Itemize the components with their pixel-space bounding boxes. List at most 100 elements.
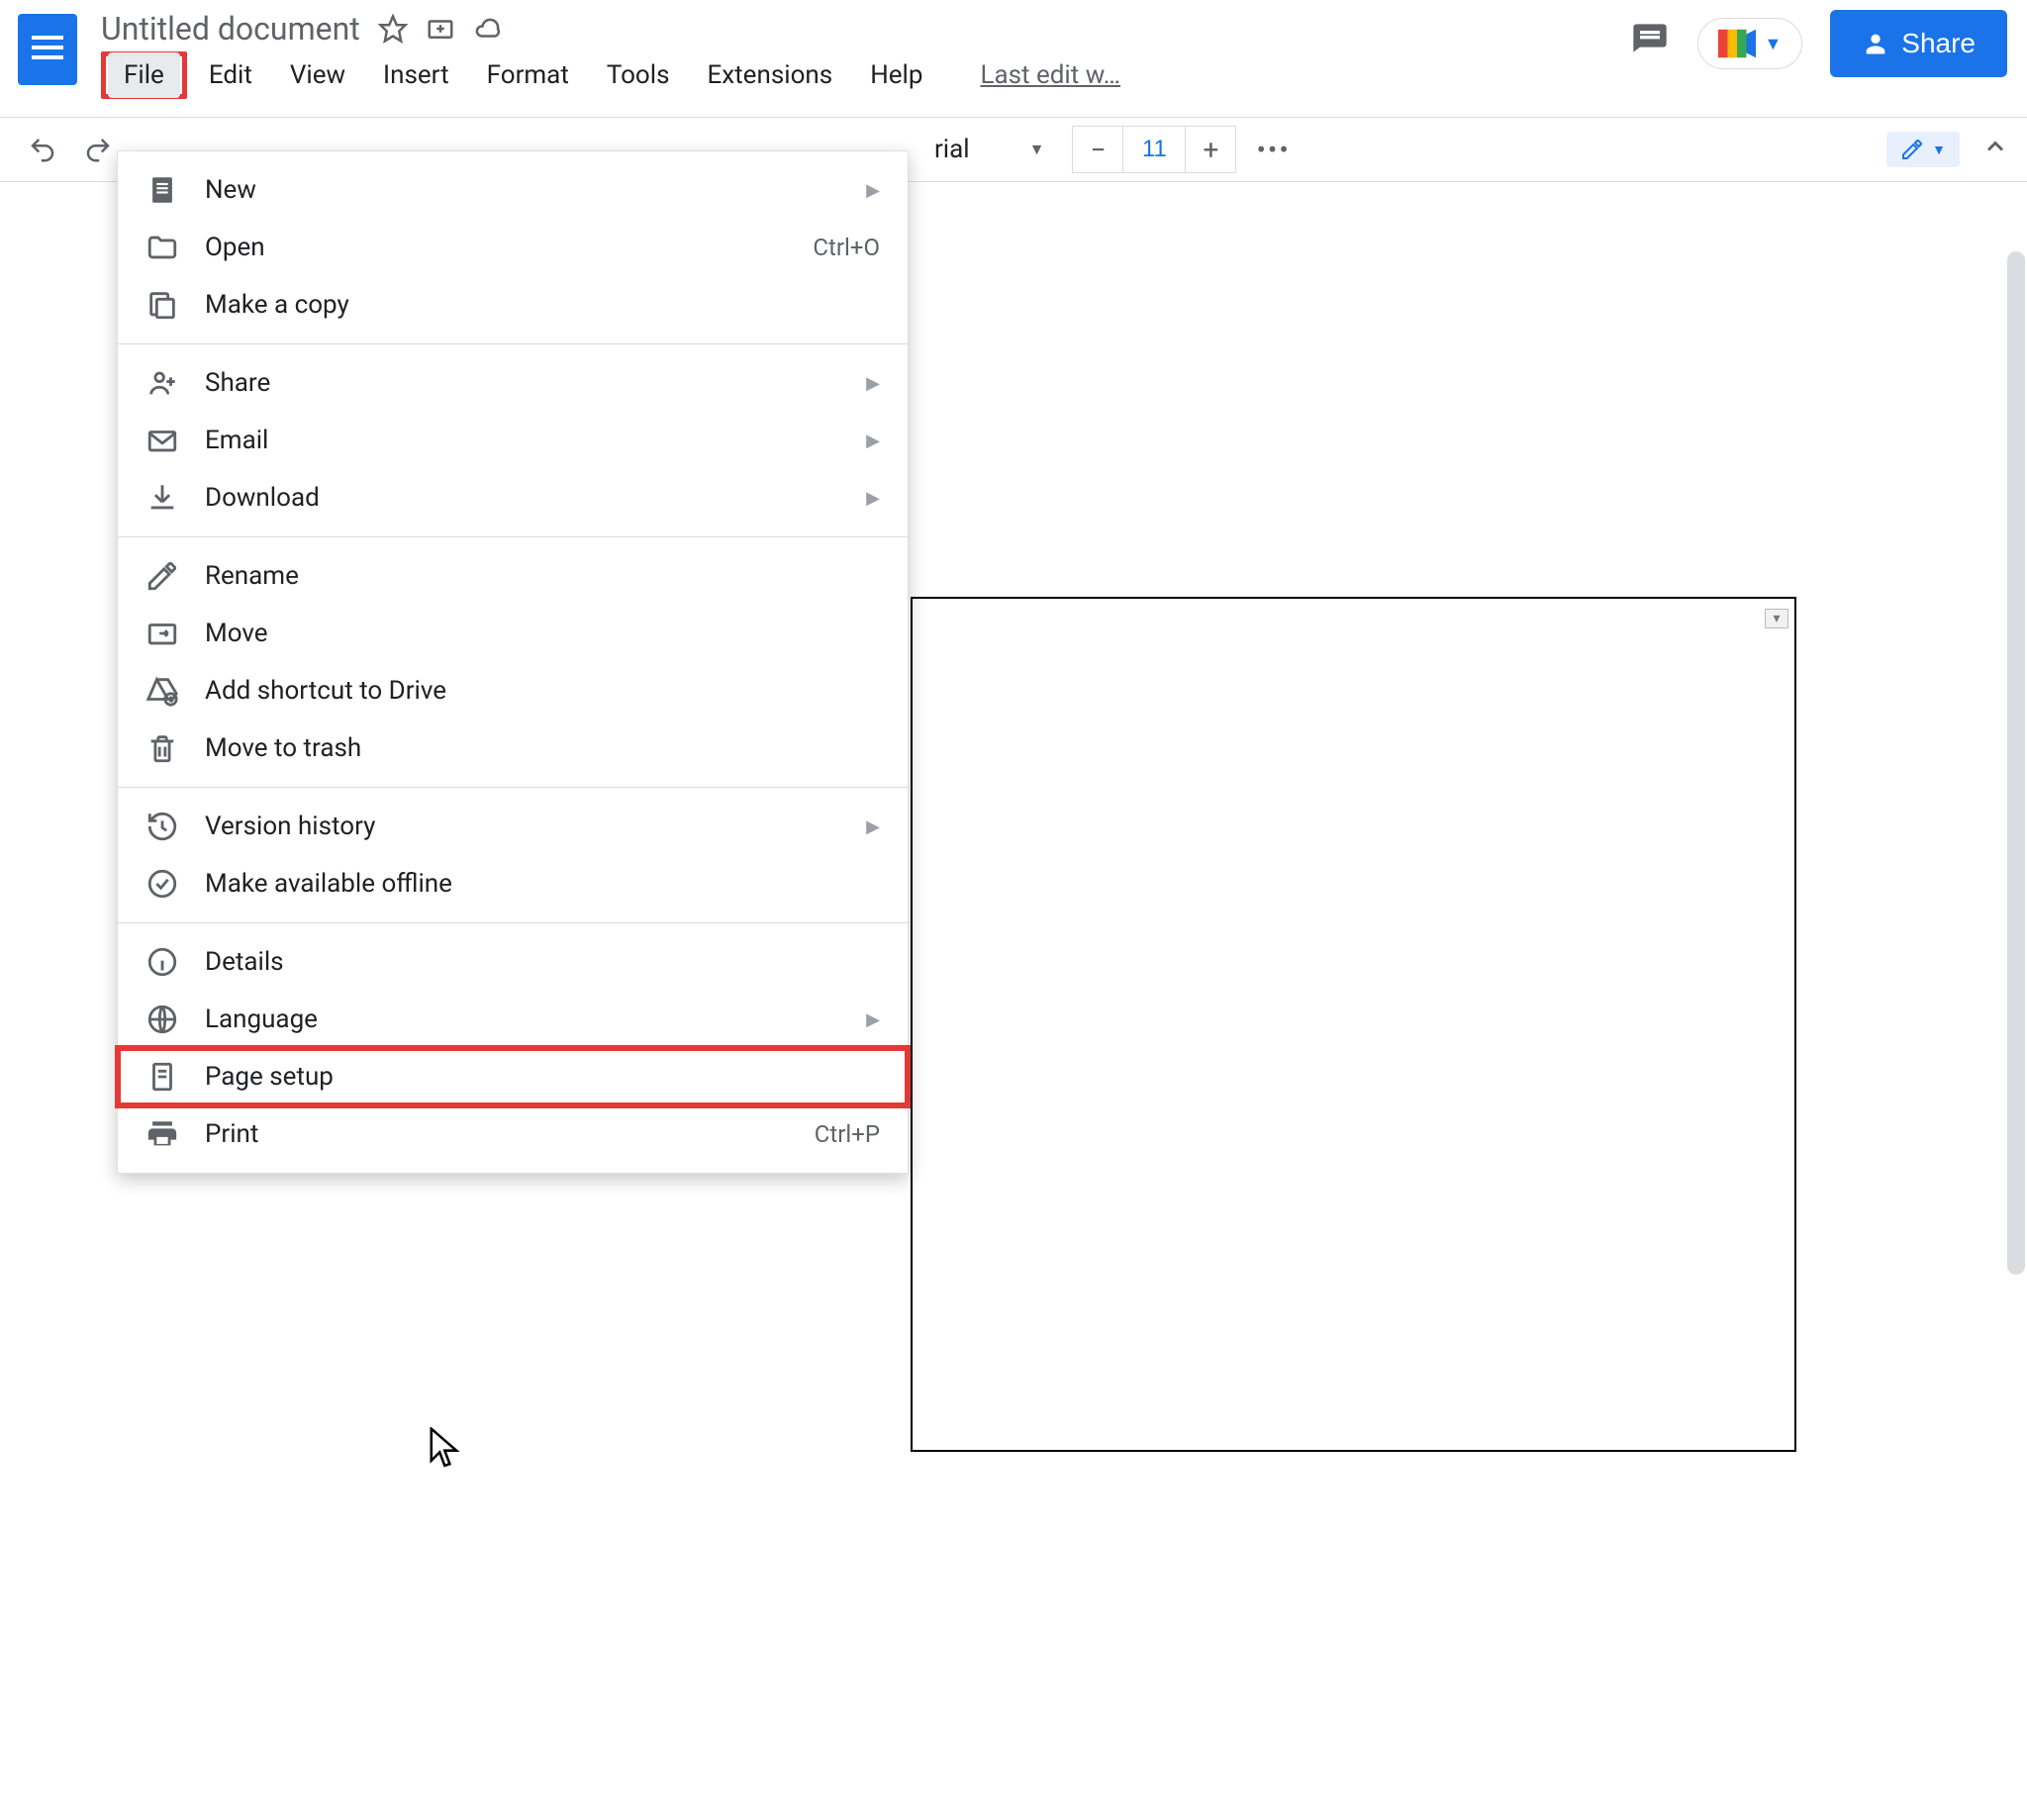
menu-format[interactable]: Format [471, 52, 585, 98]
drive-add-icon [145, 674, 179, 708]
menu-item-print[interactable]: PrintCtrl+P [118, 1105, 908, 1163]
menu-separator [118, 536, 908, 537]
menu-item-label: Details [205, 947, 880, 977]
menu-item-label: Rename [205, 561, 880, 591]
submenu-arrow-icon: ▶ [866, 1009, 880, 1030]
menu-item-make-a-copy[interactable]: Make a copy [118, 276, 908, 334]
history-icon [145, 810, 179, 843]
menu-item-new[interactable]: New ▶ [118, 161, 908, 219]
last-edit-link[interactable]: Last edit w… [980, 60, 1120, 90]
meet-button[interactable]: ▼ [1697, 18, 1802, 69]
menu-item-label: New [205, 175, 854, 205]
submenu-arrow-icon: ▶ [866, 488, 880, 509]
folder-icon [145, 231, 179, 264]
collapse-toolbar-button[interactable] [1981, 133, 2009, 166]
doc-icon [145, 173, 179, 207]
offline-icon [145, 867, 179, 901]
menu-item-details[interactable]: Details [118, 933, 908, 991]
chevron-down-icon: ▼ [1764, 34, 1782, 54]
menu-item-share[interactable]: Share ▶ [118, 354, 908, 412]
menu-item-shortcut: Ctrl+O [813, 234, 880, 261]
menu-insert[interactable]: Insert [367, 52, 465, 98]
copy-icon [145, 288, 179, 322]
font-size-stepper: − + [1072, 126, 1236, 173]
menu-item-shortcut: Ctrl+P [815, 1120, 880, 1148]
menu-item-label: Language [205, 1005, 854, 1034]
menu-item-label: Download [205, 483, 854, 513]
font-size-decrease[interactable]: − [1073, 127, 1122, 172]
share-button[interactable]: Share [1830, 10, 2007, 77]
menu-item-label: Make a copy [205, 290, 880, 320]
file-menu-highlight: File [101, 51, 187, 99]
mouse-cursor [430, 1427, 463, 1471]
cloud-status-icon[interactable] [473, 14, 503, 44]
document-title[interactable]: Untitled document [101, 10, 360, 48]
share-label: Share [1901, 28, 1976, 59]
docs-logo[interactable] [18, 14, 77, 85]
pencil-icon [145, 559, 179, 593]
font-size-increase[interactable]: + [1186, 127, 1235, 172]
menu-item-label: Add shortcut to Drive [205, 676, 880, 706]
submenu-arrow-icon: ▶ [866, 816, 880, 837]
info-icon [145, 945, 179, 979]
menu-item-add-shortcut-to-drive[interactable]: Add shortcut to Drive [118, 662, 908, 719]
menu-item-move[interactable]: Move [118, 605, 908, 662]
move-icon[interactable] [426, 14, 455, 44]
person-add-icon [145, 366, 179, 400]
menu-view[interactable]: View [274, 52, 361, 98]
menu-tools[interactable]: Tools [591, 52, 686, 98]
header: Untitled document File Edit View Insert … [0, 0, 2027, 99]
menu-help[interactable]: Help [854, 52, 938, 98]
menu-item-label: Print [205, 1119, 815, 1149]
menu-item-label: Move [205, 619, 880, 648]
toolbar-overflow[interactable]: ••• [1256, 134, 1290, 166]
menu-item-download[interactable]: Download ▶ [118, 469, 908, 527]
menu-file[interactable]: File [108, 52, 180, 98]
undo-button[interactable] [18, 135, 67, 164]
edit-mode-dropdown[interactable]: ▼ [1886, 132, 1960, 167]
menu-separator [118, 922, 908, 923]
globe-icon [145, 1003, 179, 1036]
menu-item-move-to-trash[interactable]: Move to trash [118, 719, 908, 777]
menu-item-label: Make available offline [205, 869, 880, 899]
download-icon [145, 481, 179, 515]
menu-item-rename[interactable]: Rename [118, 547, 908, 605]
vertical-scrollbar[interactable] [2007, 251, 2025, 1275]
menu-item-make-available-offline[interactable]: Make available offline [118, 855, 908, 912]
menu-item-label: Share [205, 368, 854, 398]
chevron-down-icon: ▼ [1029, 140, 1045, 159]
menu-extensions[interactable]: Extensions [692, 52, 849, 98]
menu-item-label: Email [205, 426, 854, 455]
submenu-arrow-icon: ▶ [866, 431, 880, 451]
font-family-dropdown[interactable]: rial ▼ [934, 135, 1054, 164]
page-outline: ▾ [911, 597, 1796, 1452]
menu-item-email[interactable]: Email ▶ [118, 412, 908, 469]
redo-button[interactable] [73, 135, 123, 164]
menubar: File Edit View Insert Format Tools Exten… [101, 51, 1120, 99]
font-family-label: rial [934, 135, 970, 164]
menu-item-page-setup[interactable]: Page setup [118, 1048, 908, 1105]
font-size-input[interactable] [1122, 127, 1186, 172]
menu-item-version-history[interactable]: Version history ▶ [118, 798, 908, 855]
menu-item-open[interactable]: OpenCtrl+O [118, 219, 908, 276]
file-dropdown: New▶OpenCtrl+OMake a copyShare▶Email▶Dow… [117, 150, 909, 1174]
submenu-arrow-icon: ▶ [866, 373, 880, 394]
mail-icon [145, 424, 179, 457]
menu-separator [118, 787, 908, 788]
star-icon[interactable] [378, 14, 408, 44]
menu-item-label: Move to trash [205, 733, 880, 763]
menu-item-label: Open [205, 233, 813, 262]
print-icon [145, 1117, 179, 1151]
comments-button[interactable] [1630, 21, 1670, 66]
move-icon [145, 617, 179, 650]
menu-item-label: Version history [205, 812, 854, 841]
page-options-widget[interactable]: ▾ [1765, 609, 1788, 628]
submenu-arrow-icon: ▶ [866, 180, 880, 201]
page-icon [145, 1060, 179, 1094]
menu-edit[interactable]: Edit [193, 52, 268, 98]
menu-item-label: Page setup [205, 1062, 880, 1092]
menu-separator [118, 343, 908, 344]
trash-icon [145, 731, 179, 765]
chevron-down-icon: ▼ [1932, 142, 1946, 158]
menu-item-language[interactable]: Language ▶ [118, 991, 908, 1048]
